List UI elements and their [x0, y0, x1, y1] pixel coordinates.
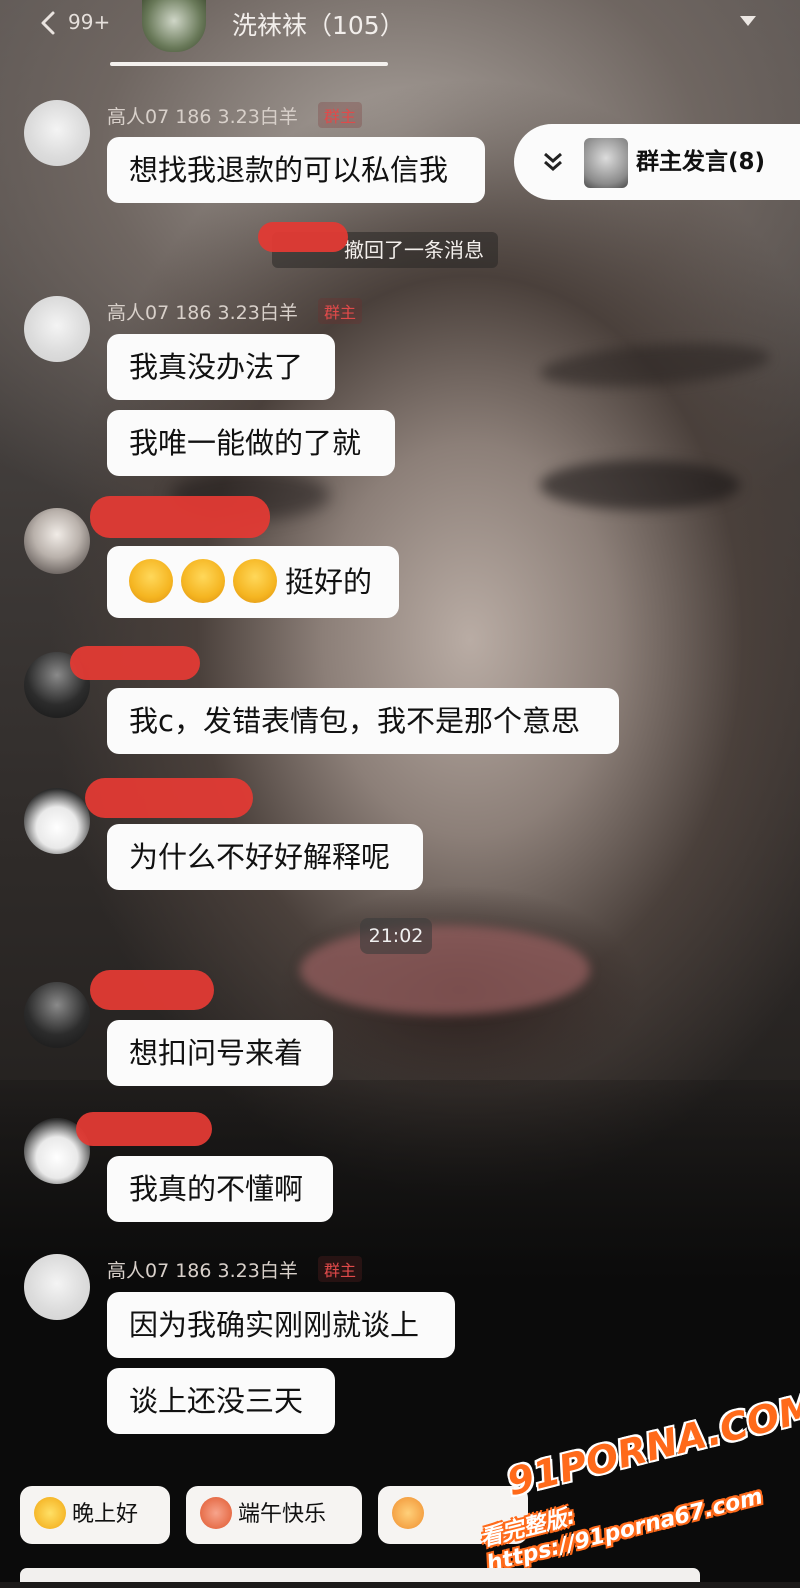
owner-messages-label: 群主发言(8) [636, 149, 766, 175]
message-bubble[interactable]: 想扣问号来着 [107, 1020, 333, 1086]
member-avatar[interactable] [24, 982, 90, 1048]
crying-emoji-icon [129, 559, 173, 603]
crying-emoji-icon [181, 559, 225, 603]
star-icon [34, 1497, 66, 1529]
redaction-mark [85, 778, 253, 818]
redaction-mark [90, 496, 270, 538]
owner-avatar[interactable] [24, 1254, 90, 1320]
redaction-mark [258, 222, 348, 252]
message-bubble[interactable]: 想找我退款的可以私信我 [107, 137, 485, 203]
flower-icon [200, 1497, 232, 1529]
redaction-mark [70, 646, 200, 680]
owner-mini-avatar [584, 138, 628, 188]
title-underline [110, 62, 388, 66]
member-avatar[interactable] [24, 508, 90, 574]
owner-badge: 群主 [318, 1256, 363, 1282]
owner-messages-button[interactable]: 群主发言(8) [514, 124, 800, 200]
message-bubble[interactable]: 我真的不懂啊 [107, 1156, 333, 1222]
group-title[interactable]: 洗袜袜（105） [232, 6, 405, 42]
message-bubble[interactable]: 我唯一能做的了就 [107, 410, 395, 476]
chat-header: 99+ 洗袜袜（105） [0, 0, 800, 70]
message-bubble[interactable]: 我真没办法了 [107, 334, 335, 400]
message-bubble[interactable]: 谈上还没三天 [107, 1368, 335, 1434]
member-avatar[interactable] [24, 788, 90, 854]
owner-badge: 群主 [318, 102, 363, 128]
message-bubble[interactable]: 我c，发错表情包，我不是那个意思 [107, 688, 619, 754]
message-text: 挺好的 [285, 565, 373, 599]
sender-name: 高人07 186 3.23白羊 [107, 106, 298, 128]
sender-name: 高人07 186 3.23白羊 [107, 1260, 298, 1282]
owner-badge: 群主 [318, 298, 363, 324]
message-bubble[interactable]: 为什么不好好解释呢 [107, 824, 423, 890]
owner-avatar[interactable] [24, 296, 90, 362]
back-arrow-icon[interactable] [36, 10, 62, 36]
crying-emoji-icon [233, 559, 277, 603]
sender-name: 高人07 186 3.23白羊 [107, 302, 298, 324]
timestamp-divider: 21:02 [360, 918, 432, 954]
quick-reply-dragon-boat[interactable]: 端午快乐 [186, 1486, 362, 1544]
group-avatar[interactable] [142, 0, 206, 52]
quick-reply-good-evening[interactable]: 晚上好 [20, 1486, 170, 1544]
owner-avatar[interactable] [24, 100, 90, 166]
unread-count: 99+ [68, 10, 111, 34]
chevron-down-icon[interactable] [738, 14, 758, 28]
hand-icon [392, 1497, 424, 1529]
redaction-mark [90, 970, 214, 1010]
redaction-mark [76, 1112, 212, 1146]
input-bar-edge [20, 1568, 700, 1582]
quick-reply-label: 端午快乐 [238, 1502, 327, 1527]
double-chevron-down-icon [544, 152, 562, 171]
message-bubble[interactable]: 因为我确实刚刚就谈上 [107, 1292, 455, 1358]
quick-reply-label: 晚上好 [72, 1502, 139, 1527]
message-bubble[interactable]: 挺好的 [107, 546, 399, 618]
